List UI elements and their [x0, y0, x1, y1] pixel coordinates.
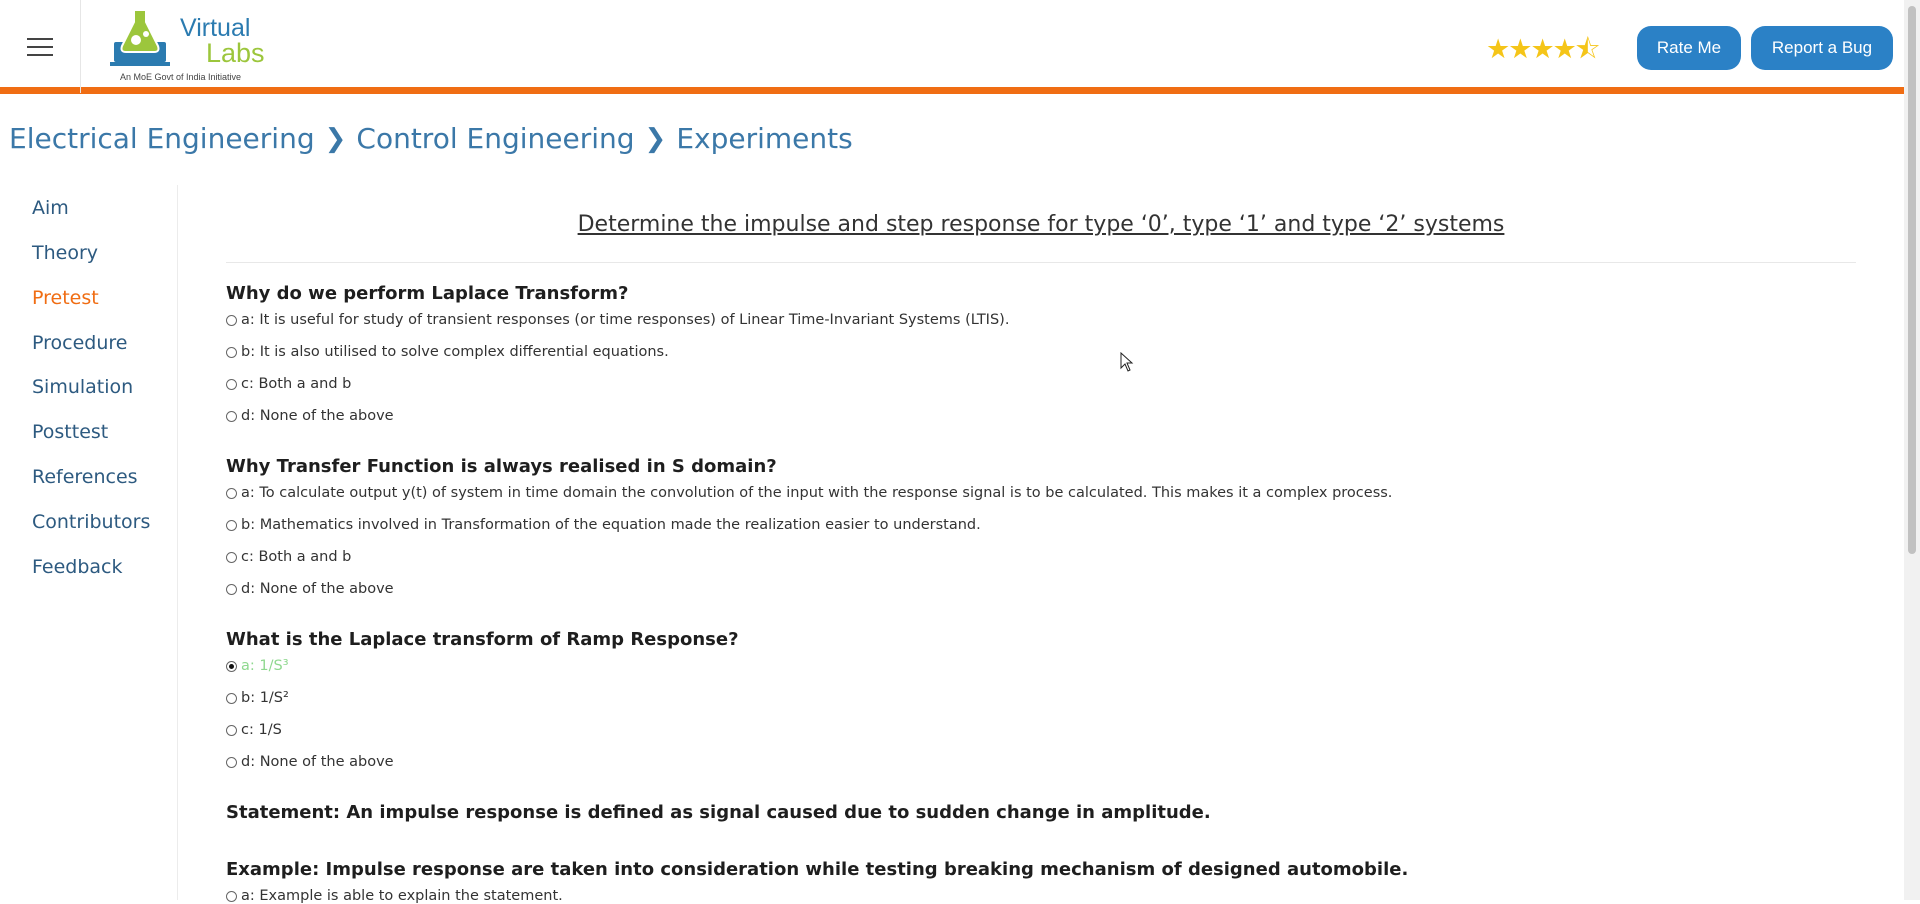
radio-button[interactable]: [226, 756, 237, 768]
sidebar-item-pretest[interactable]: Pretest: [32, 287, 99, 309]
answer-option[interactable]: c: Both a and b: [226, 376, 351, 392]
sidebar-item-posttest[interactable]: Posttest: [32, 421, 108, 443]
answer-option[interactable]: c: 1/S: [226, 722, 282, 738]
radio-button[interactable]: [226, 692, 237, 704]
answer-option[interactable]: d: None of the above: [226, 754, 394, 770]
option-label: d: None of the above: [241, 581, 394, 597]
radio-button[interactable]: [226, 583, 237, 595]
report-bug-button[interactable]: Report a Bug: [1751, 26, 1893, 70]
star-icon: ★: [1530, 34, 1554, 65]
star-half-icon: ⯪: [1574, 34, 1601, 65]
chevron-right-icon: ❯: [324, 123, 347, 154]
answer-option[interactable]: a: It is useful for study of transient r…: [226, 312, 1009, 328]
answer-option[interactable]: a: To calculate output y(t) of system in…: [226, 485, 1392, 501]
sidebar-item-references[interactable]: References: [32, 466, 138, 488]
sidebar-item-theory[interactable]: Theory: [32, 242, 98, 264]
breadcrumb-item[interactable]: Electrical Engineering: [9, 122, 315, 155]
radio-button[interactable]: [226, 314, 237, 326]
answer-option[interactable]: b: It is also utilised to solve complex …: [226, 344, 669, 360]
logo-text-labs: Labs: [206, 38, 265, 68]
option-label: a: To calculate output y(t) of system in…: [241, 485, 1393, 501]
radio-button[interactable]: [226, 724, 237, 736]
option-label: a: Example is able to explain the statem…: [241, 888, 563, 904]
radio-button[interactable]: [226, 551, 237, 563]
rating-stars[interactable]: ★★★★⯪: [1486, 30, 1601, 76]
answer-option[interactable]: c: Both a and b: [226, 549, 351, 565]
radio-button[interactable]: [226, 487, 237, 499]
breadcrumb-item[interactable]: Control Engineering: [356, 122, 634, 155]
virtual-labs-logo[interactable]: Virtual Labs An MoE Govt of India Initia…: [108, 8, 265, 86]
logo-tagline: An MoE Govt of India Initiative: [120, 72, 242, 82]
breadcrumb: Electrical Engineering ❯ Control Enginee…: [9, 122, 853, 155]
breadcrumb-item[interactable]: Experiments: [676, 122, 852, 155]
option-label: b: It is also utilised to solve complex …: [241, 344, 669, 360]
radio-button[interactable]: [226, 346, 237, 358]
option-label: c: Both a and b: [241, 549, 352, 565]
option-label: d: None of the above: [241, 408, 394, 424]
option-label: a: 1/S³: [241, 658, 289, 674]
star-icon: ★: [1508, 34, 1532, 65]
divider: [226, 262, 1856, 263]
star-icon: ★: [1486, 34, 1510, 65]
mouse-cursor-icon: [1120, 352, 1134, 372]
radio-button[interactable]: [226, 378, 237, 390]
vertical-scrollbar[interactable]: [1904, 0, 1920, 900]
header-bar: Virtual Labs An MoE Govt of India Initia…: [0, 0, 1904, 94]
flask-laptop-icon: [110, 9, 170, 66]
answer-option-selected[interactable]: a: 1/S³: [226, 658, 289, 674]
radio-button[interactable]: [226, 519, 237, 531]
question-title: Why do we perform Laplace Transform?: [226, 283, 629, 304]
option-label: a: It is useful for study of transient r…: [241, 312, 1010, 328]
statement-text: Statement: An impulse response is define…: [226, 802, 1211, 823]
rate-me-button[interactable]: Rate Me: [1637, 26, 1741, 70]
sidebar-item-contributors[interactable]: Contributors: [32, 511, 150, 533]
option-label: b: 1/S²: [241, 690, 289, 706]
answer-option[interactable]: d: None of the above: [226, 408, 394, 424]
sidebar-item-procedure[interactable]: Procedure: [32, 332, 127, 354]
option-label: c: 1/S: [241, 722, 282, 738]
example-text: Example: Impulse response are taken into…: [226, 859, 1409, 880]
answer-option[interactable]: d: None of the above: [226, 581, 394, 597]
page-title: Determine the impulse and step response …: [577, 212, 1505, 237]
hamburger-menu-icon[interactable]: [0, 0, 81, 93]
answer-option[interactable]: b: 1/S²: [226, 690, 289, 706]
sidebar-nav: Aim Theory Pretest Procedure Simulation …: [0, 185, 178, 900]
chevron-right-icon: ❯: [644, 123, 667, 154]
radio-button[interactable]: [226, 410, 237, 422]
sidebar-item-feedback[interactable]: Feedback: [32, 556, 122, 578]
answer-option[interactable]: b: Mathematics involved in Transformatio…: [226, 517, 981, 533]
option-label: b: Mathematics involved in Transformatio…: [241, 517, 981, 533]
question-title: What is the Laplace transform of Ramp Re…: [226, 629, 739, 650]
star-icon: ★: [1552, 34, 1577, 65]
option-label: c: Both a and b: [241, 376, 352, 392]
sidebar-item-aim[interactable]: Aim: [32, 197, 69, 219]
sidebar-item-simulation[interactable]: Simulation: [32, 376, 133, 398]
scrollbar-thumb[interactable]: [1908, 6, 1916, 554]
option-label: d: None of the above: [241, 754, 394, 770]
answer-option[interactable]: a: Example is able to explain the statem…: [226, 888, 563, 904]
radio-button-checked[interactable]: [226, 660, 237, 672]
question-title: Why Transfer Function is always realised…: [226, 456, 777, 477]
